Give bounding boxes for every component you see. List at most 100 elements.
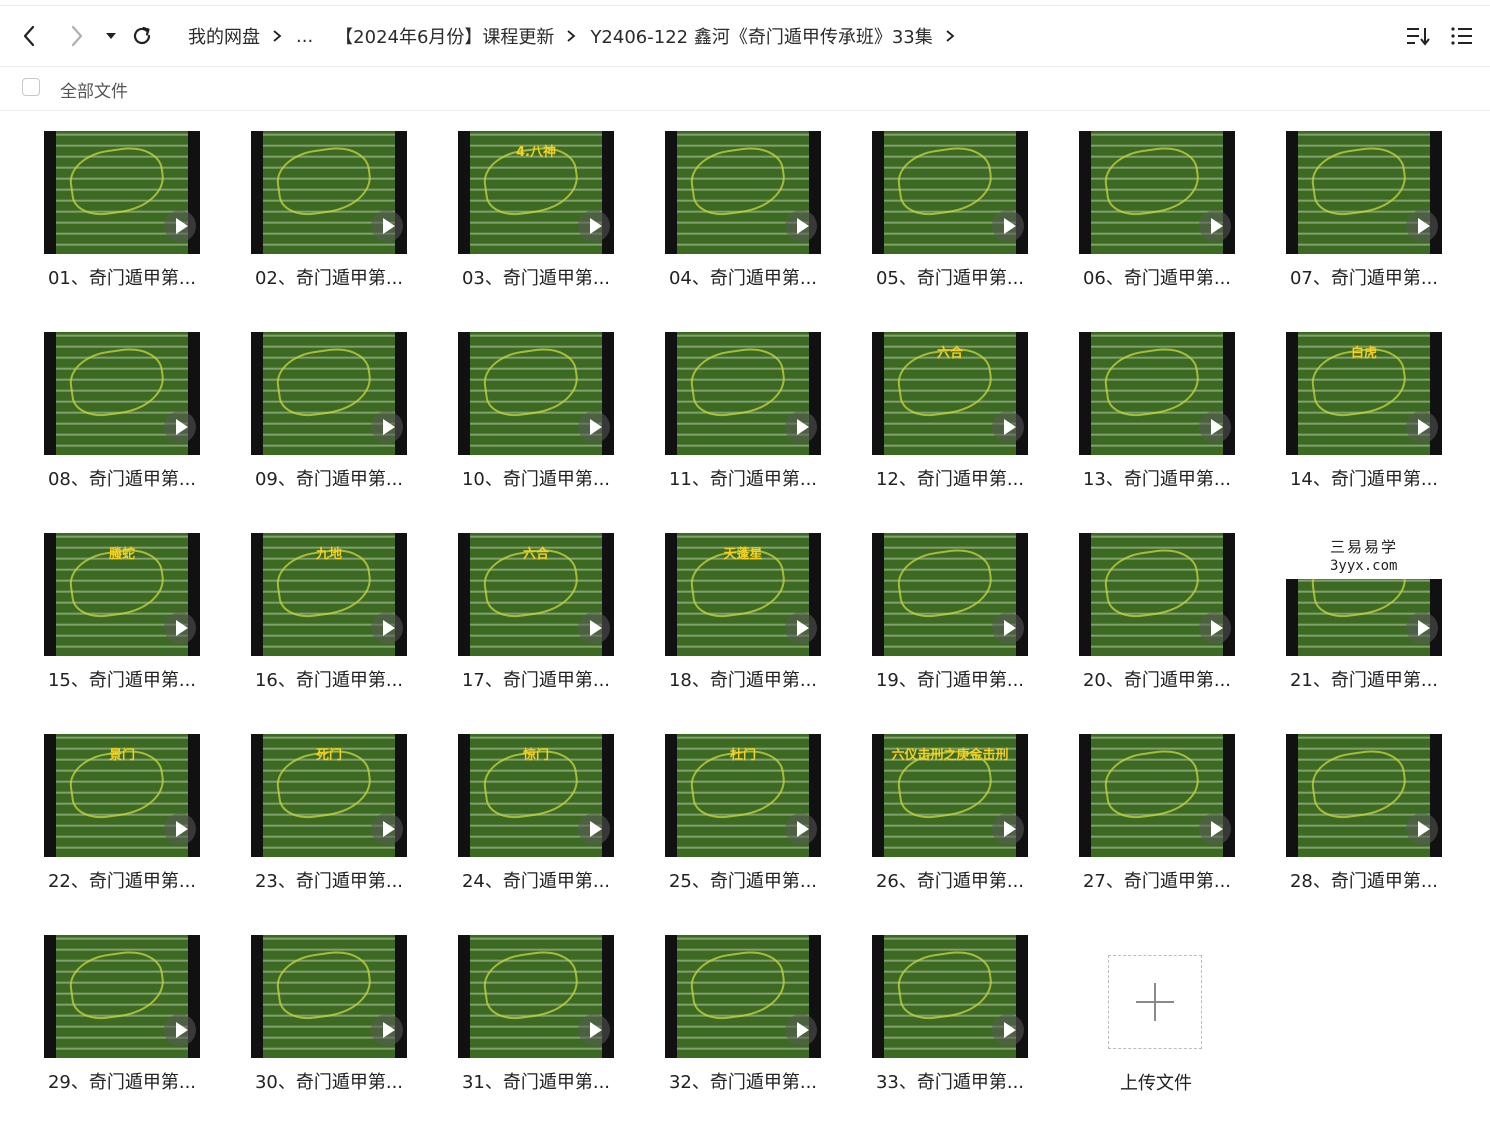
file-item[interactable]: 32、奇门遁甲第... [641,935,821,1125]
video-thumbnail[interactable] [665,935,821,1058]
play-icon[interactable] [164,813,196,845]
file-item[interactable]: 六仪击刑之庚金击刑 26、奇门遁甲第... [848,734,1028,924]
video-thumbnail[interactable] [44,131,200,254]
video-thumbnail[interactable] [1079,131,1235,254]
play-icon[interactable] [578,813,610,845]
video-thumbnail[interactable] [665,332,821,455]
file-item[interactable]: 九地 16、奇门遁甲第... [227,533,407,723]
file-item[interactable]: 04、奇门遁甲第... [641,131,821,321]
play-icon[interactable] [371,210,403,242]
video-thumbnail[interactable]: 杜门 [665,734,821,857]
video-thumbnail[interactable] [872,131,1028,254]
file-item[interactable]: 08、奇门遁甲第... [20,332,200,522]
video-thumbnail[interactable] [251,131,407,254]
forward-button[interactable] [62,22,90,50]
sort-button[interactable] [1404,22,1432,50]
play-icon[interactable] [164,612,196,644]
video-thumbnail[interactable] [44,935,200,1058]
play-icon[interactable] [1199,612,1231,644]
play-icon[interactable] [371,411,403,443]
select-all-checkbox[interactable] [22,78,40,96]
play-icon[interactable] [371,813,403,845]
video-thumbnail[interactable] [1079,332,1235,455]
play-icon[interactable] [578,1014,610,1046]
video-thumbnail[interactable] [251,332,407,455]
file-item[interactable]: 05、奇门遁甲第... [848,131,1028,321]
video-thumbnail[interactable]: 六仪击刑之庚金击刑 [872,734,1028,857]
list-view-button[interactable] [1448,22,1476,50]
file-item[interactable]: 景门 22、奇门遁甲第... [20,734,200,924]
play-icon[interactable] [1406,210,1438,242]
video-thumbnail[interactable]: 死门 [251,734,407,857]
refresh-button[interactable] [128,22,156,50]
video-thumbnail[interactable] [458,935,614,1058]
play-icon[interactable] [992,813,1024,845]
file-item[interactable]: 白虎 14、奇门遁甲第... [1262,332,1442,522]
file-item[interactable]: 31、奇门遁甲第... [434,935,614,1125]
video-thumbnail[interactable]: 4.八神 [458,131,614,254]
play-icon[interactable] [1406,612,1438,644]
play-icon[interactable] [164,210,196,242]
video-thumbnail[interactable]: 惊门 [458,734,614,857]
play-icon[interactable] [785,813,817,845]
file-item[interactable]: 六合 17、奇门遁甲第... [434,533,614,723]
play-icon[interactable] [785,210,817,242]
video-thumbnail[interactable] [872,935,1028,1058]
video-thumbnail[interactable]: 白虎 [1286,332,1442,455]
upload-button[interactable] [1108,955,1202,1049]
file-item[interactable]: 13、奇门遁甲第... [1055,332,1235,522]
file-item[interactable]: 33、奇门遁甲第... [848,935,1028,1125]
file-item[interactable]: 10、奇门遁甲第... [434,332,614,522]
video-thumbnail[interactable]: 天蓬星 [665,533,821,656]
file-item[interactable]: 30、奇门遁甲第... [227,935,407,1125]
play-icon[interactable] [992,612,1024,644]
play-icon[interactable] [164,1014,196,1046]
history-dropdown-button[interactable] [97,22,125,50]
file-item[interactable]: 惊门 24、奇门遁甲第... [434,734,614,924]
play-icon[interactable] [578,612,610,644]
video-thumbnail[interactable]: 景门 [44,734,200,857]
video-thumbnail[interactable] [1286,734,1442,857]
video-thumbnail[interactable] [665,131,821,254]
video-thumbnail[interactable]: 六合 [458,533,614,656]
file-item[interactable]: 杜门 25、奇门遁甲第... [641,734,821,924]
play-icon[interactable] [578,411,610,443]
video-thumbnail[interactable]: 六合 [872,332,1028,455]
video-thumbnail[interactable]: 螣蛇 [44,533,200,656]
back-button[interactable] [16,22,44,50]
play-icon[interactable] [371,1014,403,1046]
file-item[interactable]: 4.八神 03、奇门遁甲第... [434,131,614,321]
play-icon[interactable] [992,210,1024,242]
play-icon[interactable] [785,1014,817,1046]
file-item[interactable]: 29、奇门遁甲第... [20,935,200,1125]
file-item[interactable]: 19、奇门遁甲第... [848,533,1028,723]
video-thumbnail[interactable] [44,332,200,455]
breadcrumb-item-folder[interactable]: 【2024年6月份】课程更新 [335,23,554,49]
play-icon[interactable] [785,411,817,443]
video-thumbnail[interactable] [251,935,407,1058]
file-item[interactable]: 11、奇门遁甲第... [641,332,821,522]
video-thumbnail[interactable] [1079,734,1235,857]
play-icon[interactable] [578,210,610,242]
file-item[interactable]: 02、奇门遁甲第... [227,131,407,321]
file-item[interactable]: 07、奇门遁甲第... [1262,131,1442,321]
play-icon[interactable] [1199,813,1231,845]
file-item[interactable]: 天蓬星 18、奇门遁甲第... [641,533,821,723]
breadcrumb-item-ellipsis[interactable]: ... [296,26,313,47]
file-item[interactable]: 螣蛇 15、奇门遁甲第... [20,533,200,723]
file-item[interactable]: 六合 12、奇门遁甲第... [848,332,1028,522]
breadcrumb-item-root[interactable]: 我的网盘 [188,23,260,49]
file-item[interactable]: 死门 23、奇门遁甲第... [227,734,407,924]
play-icon[interactable] [992,1014,1024,1046]
video-thumbnail[interactable] [872,533,1028,656]
play-icon[interactable] [1199,411,1231,443]
video-thumbnail[interactable] [1286,131,1442,254]
video-thumbnail[interactable] [1079,533,1235,656]
play-icon[interactable] [371,612,403,644]
play-icon[interactable] [785,612,817,644]
play-icon[interactable] [1406,411,1438,443]
file-item[interactable]: 27、奇门遁甲第... [1055,734,1235,924]
file-item[interactable]: 28、奇门遁甲第... [1262,734,1442,924]
play-icon[interactable] [164,411,196,443]
play-icon[interactable] [1406,813,1438,845]
